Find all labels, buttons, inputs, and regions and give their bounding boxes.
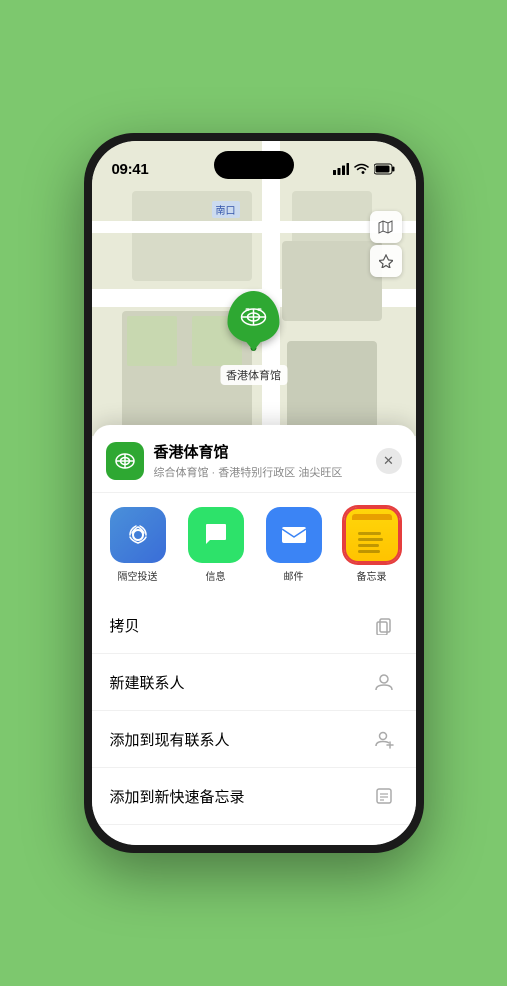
notes-label: 备忘录: [357, 568, 387, 583]
phone-frame: 09:41: [84, 133, 424, 853]
location-subtitle: 综合体育馆 · 香港特别行政区 油尖旺区: [154, 464, 376, 480]
mail-label: 邮件: [284, 568, 304, 583]
action-item-new-contact[interactable]: 新建联系人: [92, 654, 416, 711]
map-type-button[interactable]: [370, 211, 402, 243]
action-list: 拷贝 新建联系人: [92, 593, 416, 845]
share-item-mail[interactable]: 邮件: [258, 507, 330, 583]
dynamic-island: [214, 151, 294, 179]
close-button[interactable]: ✕: [376, 448, 402, 474]
stadium-icon: [240, 307, 268, 327]
location-name: 香港体育馆: [154, 441, 376, 462]
add-contact-icon: [370, 725, 398, 753]
stadium-logo: [114, 452, 136, 470]
notes-icon: [344, 507, 400, 563]
stadium-marker: 香港体育馆: [220, 291, 287, 385]
action-item-add-contact[interactable]: 添加到现有联系人: [92, 711, 416, 768]
copy-icon: [370, 611, 398, 639]
messages-icon: [188, 507, 244, 563]
action-new-contact-label: 新建联系人: [110, 672, 185, 693]
action-item-print[interactable]: 打印: [92, 825, 416, 845]
map-label-nankou: 南口: [212, 201, 240, 218]
airdrop-label: 隔空投送: [118, 568, 158, 583]
action-add-contact-label: 添加到现有联系人: [110, 729, 230, 750]
location-icon: [106, 442, 144, 480]
location-info: 香港体育馆 综合体育馆 · 香港特别行政区 油尖旺区: [154, 441, 376, 480]
action-item-copy[interactable]: 拷贝: [92, 597, 416, 654]
action-copy-label: 拷贝: [110, 615, 140, 636]
status-time: 09:41: [112, 161, 149, 178]
share-item-airdrop[interactable]: 隔空投送: [102, 507, 174, 583]
map-controls: [370, 211, 402, 277]
action-quick-note-label: 添加到新快速备忘录: [110, 786, 245, 807]
phone-screen: 09:41: [92, 141, 416, 845]
new-contact-icon: [370, 668, 398, 696]
location-button[interactable]: [370, 245, 402, 277]
share-item-messages[interactable]: 信息: [180, 507, 252, 583]
battery-icon: [374, 163, 396, 175]
messages-label: 信息: [206, 568, 226, 583]
bottom-sheet: 香港体育馆 综合体育馆 · 香港特别行政区 油尖旺区 ✕: [92, 425, 416, 845]
print-icon: [370, 839, 398, 845]
share-item-more[interactable]: 提: [414, 507, 416, 583]
mail-icon: [266, 507, 322, 563]
share-row: 隔空投送 信息: [92, 493, 416, 593]
location-header: 香港体育馆 综合体育馆 · 香港特别行政区 油尖旺区 ✕: [92, 425, 416, 493]
action-item-quick-note[interactable]: 添加到新快速备忘录: [92, 768, 416, 825]
marker-circle: [228, 291, 280, 343]
status-icons: [333, 163, 396, 175]
signal-icon: [333, 163, 349, 175]
action-print-label: 打印: [110, 843, 140, 846]
quick-note-icon: [370, 782, 398, 810]
marker-label: 香港体育馆: [220, 365, 287, 385]
share-item-notes[interactable]: 备忘录: [336, 507, 408, 583]
wifi-icon: [354, 163, 369, 175]
airdrop-icon: [110, 507, 166, 563]
